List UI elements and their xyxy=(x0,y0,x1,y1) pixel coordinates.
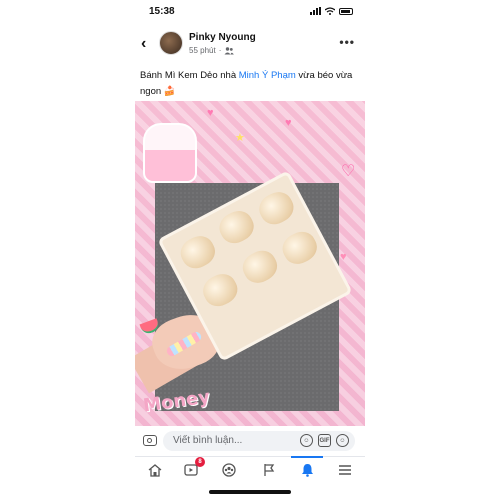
post-header: ‹ Pinky Nyoung 55 phút · ••• xyxy=(135,28,365,62)
home-indicator[interactable] xyxy=(209,490,291,494)
cake-emoji: 🍰 xyxy=(163,86,176,97)
bread-bun xyxy=(254,186,299,230)
friends-icon xyxy=(224,46,235,54)
status-time: 15:38 xyxy=(149,6,175,17)
status-icons xyxy=(310,7,353,15)
status-bar: 15:38 xyxy=(135,0,365,26)
comment-bar: Viết bình luận... ☺ GIF ☺ xyxy=(135,430,365,454)
comment-placeholder: Viết bình luận... xyxy=(173,435,243,446)
more-options-icon[interactable]: ••• xyxy=(339,35,355,49)
tab-groups[interactable] xyxy=(219,461,239,479)
post-time[interactable]: 55 phút xyxy=(189,46,216,55)
tab-watch[interactable]: 8 xyxy=(181,457,205,479)
flag-icon xyxy=(264,464,275,476)
dot-separator: · xyxy=(218,46,222,55)
star-sticker: ★ xyxy=(235,132,245,144)
heart-sticker: ♥ xyxy=(340,251,347,263)
bread-bun xyxy=(237,245,282,288)
camera-icon[interactable] xyxy=(143,435,157,446)
bread-bun xyxy=(175,230,220,274)
home-icon xyxy=(148,463,162,477)
tab-notifications[interactable] xyxy=(291,456,323,479)
notification-badge: 8 xyxy=(195,457,205,467)
heart-sticker: ♥ xyxy=(285,117,292,129)
comment-input[interactable]: Viết bình luận... ☺ GIF ☺ xyxy=(163,431,355,451)
phone-screen: 15:38 ‹ Pinky Nyoung 55 phút · ••• Bánh … xyxy=(135,0,365,499)
back-arrow-icon[interactable]: ‹ xyxy=(141,36,146,52)
groups-icon xyxy=(222,463,236,477)
tab-home[interactable] xyxy=(145,461,165,479)
cake-sticker xyxy=(143,123,197,183)
tab-pages[interactable] xyxy=(259,461,279,479)
bread-bun xyxy=(277,226,322,270)
mention-link[interactable]: Minh Ý Phạm xyxy=(239,70,296,81)
gif-icon[interactable]: GIF xyxy=(318,434,331,447)
wifi-icon xyxy=(325,7,335,15)
avatar[interactable] xyxy=(159,31,183,55)
avatar-sticker-icon[interactable]: ☺ xyxy=(300,434,313,447)
post-meta: 55 phút · xyxy=(189,46,235,55)
battery-icon xyxy=(339,7,353,15)
post-caption: Bánh Mì Kem Dẻo nhà Minh Ý Phạm vừa béo … xyxy=(140,68,362,100)
signal-icon xyxy=(310,7,321,15)
bottom-tab-bar: 8 xyxy=(135,456,365,483)
bread-bun xyxy=(198,268,243,312)
caption-text-prefix: Bánh Mì Kem Dẻo nhà xyxy=(140,70,239,81)
heart-sticker: ♥ xyxy=(207,107,214,119)
heart-sticker: ♡ xyxy=(341,163,356,180)
emoji-icon[interactable]: ☺ xyxy=(336,434,349,447)
bell-icon xyxy=(301,464,313,477)
post-photo[interactable]: ♥ ♥ ♡ ♥ ★ Money xyxy=(135,101,365,426)
menu-icon xyxy=(339,465,351,475)
bread-bun xyxy=(214,205,259,249)
tab-menu[interactable] xyxy=(335,461,355,479)
comment-input-icons: ☺ GIF ☺ xyxy=(300,434,349,447)
author-name[interactable]: Pinky Nyoung xyxy=(189,32,256,43)
